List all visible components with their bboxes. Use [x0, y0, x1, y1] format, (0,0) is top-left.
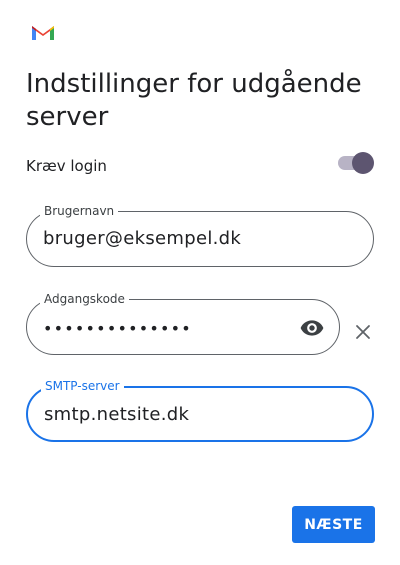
username-label: Brugernavn: [40, 203, 119, 219]
password-value: ••••••••••••••: [43, 319, 192, 338]
require-login-switch[interactable]: [338, 152, 374, 174]
page-title: Indstillinger for udgående server: [26, 69, 362, 132]
require-login-label: Kræv login: [26, 157, 107, 175]
next-button[interactable]: NÆSTE: [292, 506, 375, 543]
password-field[interactable]: Adgangskode ••••••••••••••: [26, 291, 340, 355]
username-value: bruger@eksempel.dk: [43, 228, 242, 249]
gmail-logo-icon: [32, 26, 54, 40]
smtp-server-value: smtp.netsite.dk: [44, 404, 190, 425]
smtp-server-label: SMTP-server: [41, 378, 124, 394]
password-label: Adgangskode: [40, 291, 129, 307]
require-login-row: Kræv login: [26, 152, 374, 182]
switch-thumb: [352, 152, 374, 174]
eye-icon[interactable]: [299, 315, 325, 341]
smtp-server-field[interactable]: SMTP-server smtp.netsite.dk: [26, 378, 374, 442]
close-icon[interactable]: [353, 322, 373, 342]
username-field[interactable]: Brugernavn bruger@eksempel.dk: [26, 203, 374, 267]
